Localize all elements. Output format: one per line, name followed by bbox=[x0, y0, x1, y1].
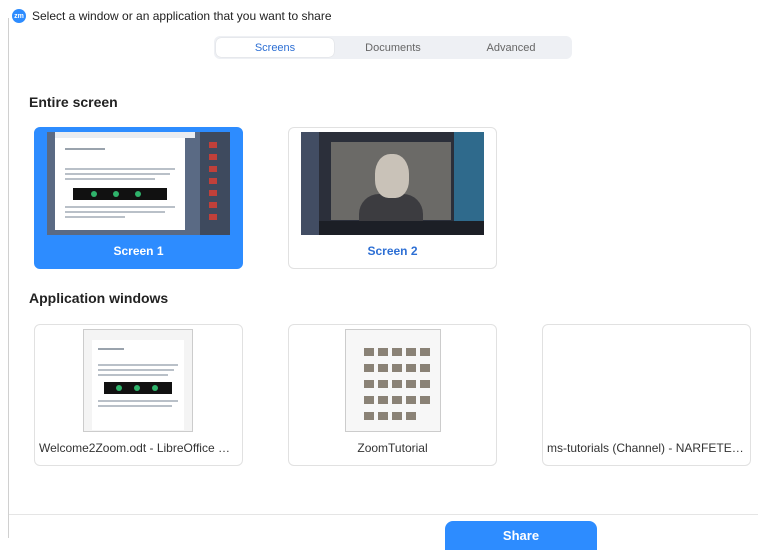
tab-advanced[interactable]: Advanced bbox=[452, 38, 570, 57]
app-window-teams-label: ms-tutorials (Channel) - NARFETECH - ... bbox=[547, 441, 750, 455]
teams-thumbnail bbox=[555, 329, 738, 432]
footer-divider bbox=[9, 514, 758, 515]
screen-1-thumbnail bbox=[47, 132, 230, 235]
window-edge bbox=[8, 18, 9, 538]
zoomtutorial-thumbnail bbox=[301, 329, 484, 432]
title-bar: zm Select a window or an application tha… bbox=[12, 6, 332, 26]
screen-2-thumbnail bbox=[301, 132, 484, 235]
zoom-logo-icon: zm bbox=[12, 9, 26, 23]
tab-screens[interactable]: Screens bbox=[216, 38, 334, 57]
writer-thumbnail bbox=[47, 329, 230, 432]
tab-documents[interactable]: Documents bbox=[334, 38, 452, 57]
share-button[interactable]: Share bbox=[445, 521, 597, 550]
screen-1-label: Screen 1 bbox=[113, 244, 164, 258]
dialog-title: Select a window or an application that y… bbox=[32, 9, 332, 23]
screen-2-label: Screen 2 bbox=[367, 244, 418, 258]
application-windows-heading: Application windows bbox=[29, 290, 169, 306]
app-window-zoomtutorial-card[interactable]: ZoomTutorial bbox=[288, 324, 497, 466]
screen-1-card[interactable]: Screen 1 bbox=[34, 127, 243, 269]
app-window-teams-card[interactable]: ms-tutorials (Channel) - NARFETECH - ... bbox=[542, 324, 751, 466]
app-window-writer-label: Welcome2Zoom.odt - LibreOffice Writer bbox=[39, 441, 242, 455]
share-tabs: Screens Documents Advanced bbox=[214, 36, 572, 59]
entire-screen-heading: Entire screen bbox=[29, 94, 118, 110]
app-window-zoomtutorial-label: ZoomTutorial bbox=[357, 441, 428, 455]
screen-2-card[interactable]: Screen 2 bbox=[288, 127, 497, 269]
app-window-writer-card[interactable]: Welcome2Zoom.odt - LibreOffice Writer bbox=[34, 324, 243, 466]
